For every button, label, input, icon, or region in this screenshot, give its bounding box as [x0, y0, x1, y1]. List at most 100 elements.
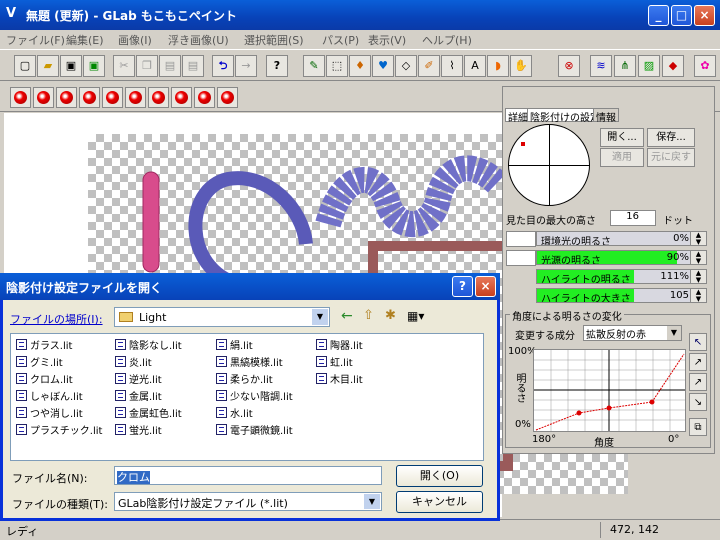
copy-icon[interactable]: ❐: [136, 55, 158, 77]
file-item[interactable]: 蛍光.lit: [115, 422, 162, 437]
dialog-open-button[interactable]: 開く(O): [396, 465, 483, 487]
undo-icon[interactable]: ⮌: [212, 55, 234, 77]
brush-icon[interactable]: ✎: [303, 55, 325, 77]
back-icon[interactable]: ←: [341, 308, 361, 326]
curve-point[interactable]: [649, 399, 655, 405]
menu-view[interactable]: 表示(V): [368, 32, 406, 48]
rainbow-icon[interactable]: ◗: [487, 55, 509, 77]
help-icon[interactable]: ?: [266, 55, 288, 77]
light-direction-dial[interactable]: [508, 124, 590, 206]
save-as-icon[interactable]: ▣: [83, 55, 105, 77]
pen-icon[interactable]: ✐: [418, 55, 440, 77]
file-item[interactable]: 陰影なし.lit: [115, 337, 182, 352]
delete-point-icon[interactable]: ↘: [689, 393, 707, 411]
open-icon[interactable]: ▰: [37, 55, 59, 77]
file-item[interactable]: つや消し.lit: [16, 405, 83, 420]
color-wheel-icon[interactable]: ✿: [694, 55, 716, 77]
eraser-icon[interactable]: ◇: [395, 55, 417, 77]
file-item[interactable]: 逆光.lit: [115, 371, 162, 386]
panel-open-button[interactable]: 開く...: [600, 128, 644, 147]
wave-icon[interactable]: ≋: [590, 55, 612, 77]
component-select[interactable]: 拡散反射の赤 ▼: [583, 325, 682, 341]
cube-icon[interactable]: ◆: [662, 55, 684, 77]
dialog-help-button[interactable]: ?: [452, 276, 473, 297]
grass-icon[interactable]: ⋔: [614, 55, 636, 77]
file-item[interactable]: 金属.lit: [115, 388, 162, 403]
menu-float-image[interactable]: 浮き画像(U): [168, 32, 229, 48]
file-item[interactable]: 木目.lit: [316, 371, 363, 386]
shade-preset-icon[interactable]: [56, 87, 77, 108]
new-icon[interactable]: ▢: [14, 55, 36, 77]
dialog-cancel-button[interactable]: キャンセル: [396, 491, 483, 513]
file-item[interactable]: 柔らか.lit: [216, 371, 273, 386]
minimize-button[interactable]: _: [648, 5, 669, 26]
highlight-size-spinner[interactable]: ▲ ▼: [690, 288, 707, 303]
menu-image[interactable]: 画像(I): [118, 32, 152, 48]
view-menu-icon[interactable]: ▦▾: [407, 308, 431, 326]
max-height-input[interactable]: 16: [610, 210, 656, 226]
file-item[interactable]: 少ない階調.lit: [216, 388, 293, 403]
file-item[interactable]: プラスチック.lit: [16, 422, 102, 437]
file-item[interactable]: 炎.lit: [115, 354, 152, 369]
stripe-icon[interactable]: ▨: [638, 55, 660, 77]
new-folder-icon[interactable]: ✱: [385, 308, 405, 326]
maximize-button[interactable]: □: [671, 5, 692, 26]
redo-icon[interactable]: →: [235, 55, 257, 77]
location-select[interactable]: Light ▼: [114, 307, 330, 327]
file-item[interactable]: 金属虹色.lit: [115, 405, 182, 420]
text-icon[interactable]: A: [464, 55, 486, 77]
close-button[interactable]: ×: [694, 5, 715, 26]
light-slider[interactable]: 光源の明るさ 90%: [536, 250, 694, 265]
shade-preset-icon[interactable]: [194, 87, 215, 108]
move-point-icon[interactable]: ↗: [689, 373, 707, 391]
shade-preset-icon[interactable]: [148, 87, 169, 108]
file-item[interactable]: 絹.lit: [216, 337, 253, 352]
ambient-color-swatch[interactable]: [506, 231, 536, 247]
file-item[interactable]: 水.lit: [216, 405, 253, 420]
light-point[interactable]: [521, 142, 525, 146]
pointer-tool-icon[interactable]: ↖: [689, 333, 707, 351]
shade-preset-icon[interactable]: [125, 87, 146, 108]
shade-preset-icon[interactable]: [171, 87, 192, 108]
brightness-curve-graph[interactable]: [533, 349, 686, 432]
highlight-size-slider[interactable]: ハイライトの大きさ 105: [536, 288, 694, 303]
menu-path[interactable]: パス(P): [322, 32, 359, 48]
curve-point[interactable]: [606, 405, 612, 411]
lasso-icon[interactable]: ⌇: [441, 55, 463, 77]
paste-new-icon[interactable]: ▤: [182, 55, 204, 77]
select-icon[interactable]: ⬚: [326, 55, 348, 77]
fill-icon[interactable]: ♦: [349, 55, 371, 77]
shade-preset-icon[interactable]: [33, 87, 54, 108]
light-spinner[interactable]: ▲ ▼: [690, 250, 707, 265]
panel-apply-button[interactable]: 適用: [600, 148, 644, 167]
ambient-slider[interactable]: 環境光の明るさ 0%: [536, 231, 694, 246]
ambient-spinner[interactable]: ▲ ▼: [690, 231, 707, 246]
shade-preset-icon[interactable]: [217, 87, 238, 108]
filetype-select[interactable]: GLab陰影付け設定ファイル (*.lit) ▼: [114, 492, 382, 511]
file-item[interactable]: 黒縞模様.lit: [216, 354, 283, 369]
shade-preset-icon[interactable]: [102, 87, 123, 108]
menu-file[interactable]: ファイル(F): [6, 32, 65, 48]
add-point-icon[interactable]: ↗: [689, 353, 707, 371]
shade-preset-icon[interactable]: [79, 87, 100, 108]
file-item[interactable]: クロム.lit: [16, 371, 73, 386]
filename-input[interactable]: クロム: [114, 466, 382, 485]
panel-save-button[interactable]: 保存...: [647, 128, 695, 147]
menu-help[interactable]: ヘルプ(H): [422, 32, 472, 48]
menu-edit[interactable]: 編集(E): [66, 32, 104, 48]
file-item[interactable]: ガラス.lit: [16, 337, 72, 352]
effect-icon[interactable]: ⊗: [558, 55, 580, 77]
file-item[interactable]: 電子顕微鏡.lit: [216, 422, 293, 437]
file-item[interactable]: グミ.lit: [16, 354, 63, 369]
cut-icon[interactable]: ✂: [113, 55, 135, 77]
menu-selection[interactable]: 選択範囲(S): [244, 32, 304, 48]
up-folder-icon[interactable]: ⇧: [363, 308, 383, 326]
file-item[interactable]: 陶器.lit: [316, 337, 363, 352]
file-item[interactable]: 虹.lit: [316, 354, 353, 369]
drop-icon[interactable]: ♥: [372, 55, 394, 77]
hand-icon[interactable]: ✋: [510, 55, 532, 77]
shade-preset-icon[interactable]: [10, 87, 31, 108]
paste-icon[interactable]: ▤: [159, 55, 181, 77]
file-item[interactable]: しゃぼん.lit: [16, 388, 83, 403]
panel-revert-button[interactable]: 元に戻す: [647, 148, 695, 167]
